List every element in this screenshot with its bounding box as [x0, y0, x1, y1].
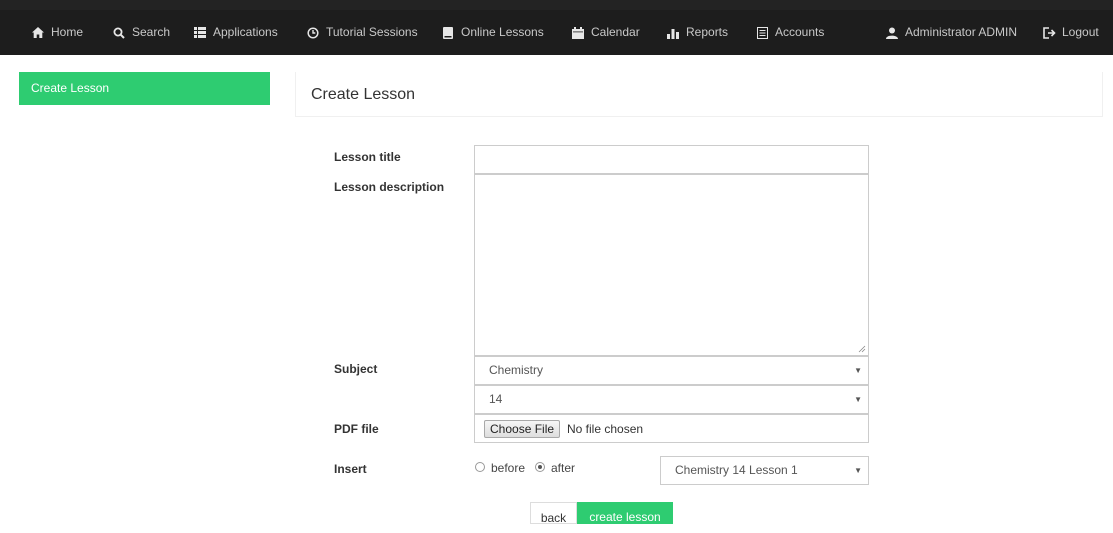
- subject-select-value: Chemistry: [489, 363, 544, 377]
- insert-label: Insert: [334, 462, 367, 476]
- pdf-file-label: PDF file: [334, 422, 379, 436]
- nav-search-label: Search: [132, 25, 171, 39]
- sidebar-create-lesson-button[interactable]: Create Lesson: [19, 72, 270, 105]
- dropdown-caret-icon: ▼: [854, 466, 862, 475]
- nav-logout[interactable]: Logout: [1042, 10, 1099, 55]
- nav-accounts[interactable]: Accounts: [755, 10, 824, 55]
- nav-accounts-label: Accounts: [775, 25, 825, 39]
- calendar-icon: [571, 26, 585, 40]
- nav-user-label: Administrator ADMIN: [905, 25, 1018, 39]
- home-icon: [31, 26, 45, 40]
- dropdown-caret-icon: ▼: [854, 395, 862, 404]
- page-title: Create Lesson: [311, 86, 416, 103]
- file-status-text: No file chosen: [567, 422, 644, 436]
- nav-online-lessons-label: Online Lessons: [461, 25, 544, 39]
- nav-logout-label: Logout: [1062, 25, 1099, 39]
- nav-calendar[interactable]: Calendar: [571, 10, 640, 55]
- nav-user[interactable]: Administrator ADMIN: [885, 10, 1017, 55]
- book-icon: [441, 26, 455, 40]
- resize-handle-icon[interactable]: [858, 345, 866, 353]
- nav-reports-label: Reports: [686, 25, 729, 39]
- nav-tutorial-sessions-label: Tutorial Sessions: [326, 25, 418, 39]
- nav-applications[interactable]: Applications: [193, 10, 278, 55]
- lesson-description-textarea[interactable]: [474, 174, 869, 356]
- nav-tutorial-sessions[interactable]: Tutorial Sessions: [306, 10, 418, 55]
- page-header: Create Lesson: [295, 72, 1103, 117]
- user-icon: [885, 26, 899, 40]
- subject-select[interactable]: Chemistry ▼: [474, 356, 869, 385]
- choose-file-button[interactable]: Choose File: [484, 420, 561, 438]
- nav-search[interactable]: Search: [112, 10, 170, 55]
- nav-reports[interactable]: Reports: [666, 10, 728, 55]
- top-navbar: Home Search Applications Tutorial Sessio…: [0, 0, 1113, 55]
- nav-calendar-label: Calendar: [591, 25, 640, 39]
- dropdown-caret-icon: ▼: [854, 366, 862, 375]
- lesson-position-value: Chemistry 14 Lesson 1: [675, 463, 798, 477]
- subject-label: Subject: [334, 362, 378, 376]
- nav-online-lessons[interactable]: Online Lessons: [441, 10, 544, 55]
- lesson-description-label: Lesson description: [334, 180, 445, 194]
- nav-applications-label: Applications: [213, 25, 278, 39]
- nav-home[interactable]: Home: [31, 10, 83, 55]
- level-select[interactable]: 14 ▼: [474, 385, 869, 414]
- ledger-icon: [755, 26, 769, 40]
- insert-before-label: before: [491, 461, 526, 475]
- logout-icon: [1042, 26, 1056, 40]
- create-lesson-button[interactable]: create lesson: [577, 502, 673, 524]
- bar-chart-icon: [666, 26, 680, 40]
- level-select-value: 14: [489, 392, 503, 406]
- insert-after-radio[interactable]: [535, 462, 545, 472]
- clock-icon: [306, 26, 320, 40]
- lesson-title-input[interactable]: [474, 145, 869, 174]
- search-icon: [112, 26, 126, 40]
- back-button[interactable]: back: [530, 502, 577, 525]
- insert-before-radio[interactable]: [475, 462, 485, 472]
- list-icon: [193, 26, 207, 40]
- lesson-position-select[interactable]: Chemistry 14 Lesson 1 ▼: [660, 456, 869, 485]
- lesson-title-label: Lesson title: [334, 150, 401, 164]
- insert-after-label: after: [551, 461, 576, 475]
- nav-home-label: Home: [51, 25, 84, 39]
